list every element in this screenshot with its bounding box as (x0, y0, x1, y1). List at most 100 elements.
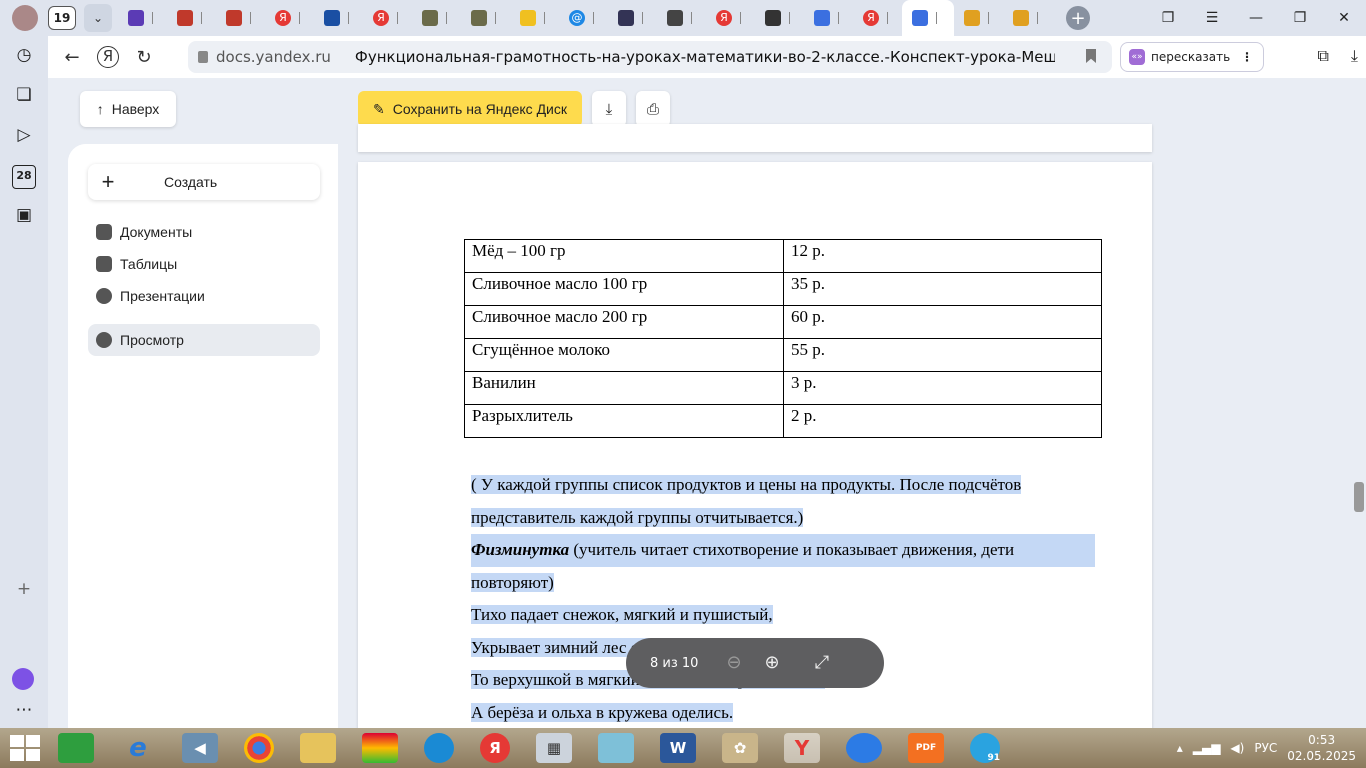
page-scrollbar-thumb[interactable] (1354, 482, 1364, 512)
chrome-icon[interactable] (244, 733, 274, 763)
save-to-disk-button[interactable]: ✎ Сохранить на Яндекс Диск (358, 91, 582, 127)
tab-19[interactable] (1003, 0, 1052, 36)
add-panel-icon[interactable]: + (12, 579, 36, 603)
tab-search-icon[interactable]: ❐ (1146, 10, 1190, 26)
tray-chevron-icon[interactable]: ▴ (1177, 741, 1183, 755)
screenshot-icon[interactable]: ▣ (12, 205, 36, 229)
table-icon (96, 256, 112, 272)
chevron-down-icon[interactable]: ⌄ (84, 4, 112, 32)
yandex-home-icon[interactable]: Я (97, 46, 119, 68)
sidebar-item-presentations[interactable]: Презентации (88, 280, 320, 312)
network-icon[interactable]: ▂▄▆ (1193, 741, 1221, 755)
tab-15[interactable] (804, 0, 853, 36)
download-button[interactable]: ⤓ (592, 91, 626, 127)
bookmark-icon[interactable] (1086, 49, 1096, 63)
tab-12[interactable] (657, 0, 706, 36)
yandex-icon[interactable]: Я (480, 733, 510, 763)
tab-4[interactable]: Я (265, 0, 314, 36)
fizminutka-title: Физминутка (471, 540, 570, 559)
retell-button[interactable]: «» пересказать ⋮ (1120, 42, 1264, 72)
minimize-button[interactable]: — (1234, 10, 1278, 26)
clock[interactable]: 0:53 02.05.2025 (1287, 732, 1356, 764)
download-icon[interactable]: ⤓ (1351, 46, 1358, 66)
paint-icon[interactable]: ✿ (722, 733, 758, 763)
create-label: Создать (164, 174, 218, 190)
docs-sidebar: + Создать Документы Таблицы Презентации … (68, 144, 338, 728)
table-cell: 2 р. (783, 404, 1102, 438)
tab-2[interactable] (167, 0, 216, 36)
word-icon[interactable]: W (660, 733, 696, 763)
tab-10[interactable]: @ (559, 0, 608, 36)
tab-separator (152, 12, 153, 24)
tab-6[interactable]: Я (363, 0, 412, 36)
file-explorer-icon[interactable] (300, 733, 336, 763)
tab-16[interactable]: Я (853, 0, 902, 36)
history-icon[interactable]: ◷ (12, 45, 36, 69)
more-dots-icon[interactable]: ⋯ (12, 700, 36, 724)
sidebar-item-tables[interactable]: Таблицы (88, 248, 320, 280)
bluestacks-icon[interactable] (362, 733, 398, 763)
tab-17-active[interactable] (902, 0, 954, 36)
tab-14[interactable] (755, 0, 804, 36)
tab-9[interactable] (510, 0, 559, 36)
telegram-icon[interactable]: 91 (970, 733, 1000, 763)
table-cell: 55 р. (783, 338, 1102, 372)
sidebar-item-documents[interactable]: Документы (88, 216, 320, 248)
sidebar-item-view[interactable]: Просмотр (88, 324, 320, 356)
tab-1[interactable] (118, 0, 167, 36)
tab-5[interactable] (314, 0, 363, 36)
collections-icon[interactable]: ❏ (12, 85, 36, 109)
tab-favicon-icon (324, 10, 340, 26)
tab-7[interactable] (412, 0, 461, 36)
scroll-up-button[interactable]: ↑ Наверх (80, 91, 176, 127)
calendar-icon[interactable]: 28 (12, 165, 36, 189)
play-icon[interactable]: ▷ (12, 125, 36, 149)
tab-3[interactable] (216, 0, 265, 36)
new-tab-button[interactable]: + (1066, 6, 1090, 30)
restore-button[interactable]: ❐ (1278, 10, 1322, 26)
document-icon (96, 224, 112, 240)
tab-separator (201, 12, 202, 24)
tab-13[interactable]: Я (706, 0, 755, 36)
document-text: ( У каждой группы список продуктов и цен… (471, 469, 1095, 728)
edge-icon[interactable] (424, 733, 454, 763)
tab-favicon-icon: Я (373, 10, 389, 26)
zoom-out-icon[interactable]: ⊖ (720, 649, 748, 677)
internet-explorer-icon[interactable]: e (120, 733, 156, 763)
back-arrow-icon[interactable]: ← (54, 47, 90, 68)
volume-icon[interactable]: ◀) (1230, 741, 1244, 755)
pdf-app-icon[interactable]: PDF (908, 733, 944, 763)
tab-18[interactable] (954, 0, 1003, 36)
profile-avatar[interactable] (12, 5, 38, 31)
taskbar-app-green-icon[interactable] (58, 733, 94, 763)
calculator-icon[interactable]: ▦ (536, 733, 572, 763)
print-button[interactable]: ⎙ (636, 91, 670, 127)
close-button[interactable]: ✕ (1322, 10, 1366, 26)
table-cell: Сгущённое молоко (464, 338, 784, 372)
alice-assistant-icon[interactable] (12, 668, 34, 690)
scroll-up-label: Наверх (111, 101, 160, 117)
tab-favicon-icon (667, 10, 683, 26)
fullscreen-icon[interactable]: ⤢ (808, 649, 836, 677)
language-indicator[interactable]: РУС (1254, 741, 1277, 755)
more-vertical-icon[interactable]: ⋮ (1241, 50, 1253, 64)
address-bar[interactable]: docs.yandex.ru Функциональная-грамотност… (188, 41, 1112, 73)
globe-icon (96, 332, 112, 348)
reload-icon[interactable]: ↻ (126, 47, 162, 68)
tab-favicon-icon (964, 10, 980, 26)
tab-separator (1037, 12, 1038, 24)
start-button[interactable] (10, 735, 40, 761)
swift-icon[interactable] (846, 733, 882, 763)
tab-separator (250, 12, 251, 24)
table-cell: Разрыхлитель (464, 404, 784, 438)
tab-8[interactable] (461, 0, 510, 36)
create-button[interactable]: + Создать (88, 164, 320, 200)
yandex-browser-icon[interactable]: Y (784, 733, 820, 763)
audio-icon[interactable]: ◀ (182, 733, 218, 763)
menu-icon[interactable]: ☰ (1190, 10, 1234, 26)
tab-count-button[interactable]: 19 (48, 6, 76, 30)
extensions-icon[interactable]: ⧉ (1317, 46, 1328, 66)
notes-icon[interactable] (598, 733, 634, 763)
zoom-in-icon[interactable]: ⊕ (758, 649, 786, 677)
tab-11[interactable] (608, 0, 657, 36)
